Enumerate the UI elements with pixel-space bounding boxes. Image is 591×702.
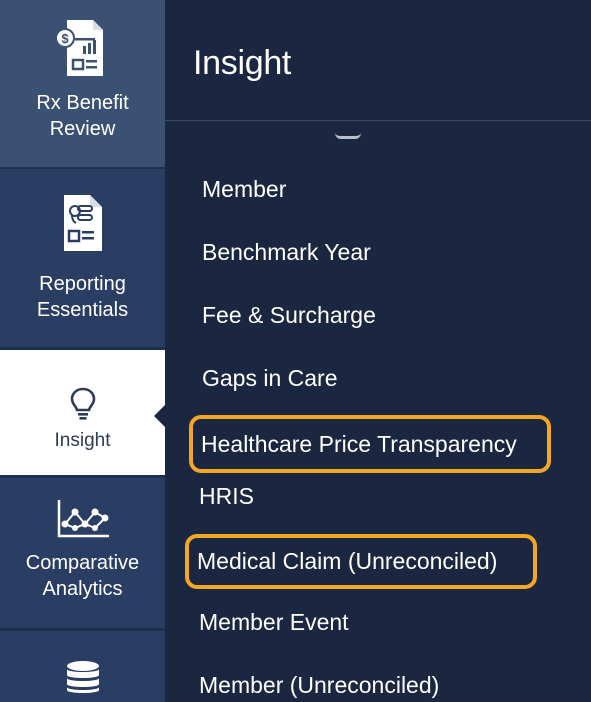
lightbulb-icon <box>70 387 95 420</box>
menu-item-fee-surcharge[interactable]: Fee & Surcharge <box>202 302 376 329</box>
sidebar-item-reporting-essentials[interactable]: Reporting Essentials <box>0 169 165 347</box>
sidebar-item-label: Rx Benefit <box>36 92 129 114</box>
sidebar-item-comparative-analytics[interactable]: Comparative Analytics <box>0 478 165 628</box>
sidebar-item-label: Insight <box>54 430 111 451</box>
svg-text:$: $ <box>61 31 69 46</box>
rx-report-icon: $ <box>54 20 103 76</box>
sidebar-item-label: Analytics <box>42 578 123 600</box>
sidebar-item-database[interactable] <box>0 631 165 702</box>
highlight-box: Healthcare Price Transparency <box>189 415 551 473</box>
clipboard-report-icon <box>63 195 102 251</box>
app-root: $ Rx Benefit Review Reporting Essentials <box>0 0 591 702</box>
rail-divider <box>0 628 165 631</box>
sidebar-item-label: Comparative <box>25 552 140 574</box>
rail-divider <box>0 347 165 350</box>
menu-item-member-unreconciled[interactable]: Member (Unreconciled) <box>199 672 439 699</box>
highlight-box: Medical Claim (Unreconciled) <box>185 534 537 589</box>
menu-item-healthcare-price-transparency[interactable]: Healthcare Price Transparency <box>201 431 517 458</box>
clipped-menu-item-fragment <box>335 129 361 139</box>
sidebar-item-label: Review <box>49 118 116 140</box>
submenu-list[interactable]: Member Benchmark Year Fee & Surcharge Ga… <box>165 121 591 702</box>
sidebar-item-label: Essentials <box>36 299 129 321</box>
active-item-pointer <box>154 405 165 427</box>
menu-item-hris[interactable]: HRIS <box>199 483 254 510</box>
network-chart-icon <box>57 500 109 538</box>
rail-divider <box>0 475 165 478</box>
sidebar-item-insight[interactable]: Insight <box>0 350 165 475</box>
menu-item-member-event[interactable]: Member Event <box>199 609 349 636</box>
menu-item-member[interactable]: Member <box>202 176 286 203</box>
insight-submenu-panel: Insight Member Benchmark Year Fee & Surc… <box>165 0 591 702</box>
left-nav-rail: $ Rx Benefit Review Reporting Essentials <box>0 0 165 702</box>
sidebar-item-rx-benefit-review[interactable]: $ Rx Benefit Review <box>0 0 165 167</box>
database-icon <box>66 661 99 693</box>
menu-item-medical-claim-unreconciled[interactable]: Medical Claim (Unreconciled) <box>197 548 497 575</box>
sidebar-item-label: Reporting <box>39 273 126 295</box>
menu-item-gaps-in-care[interactable]: Gaps in Care <box>202 365 338 392</box>
panel-title: Insight <box>193 44 292 82</box>
menu-item-benchmark-year[interactable]: Benchmark Year <box>202 239 371 266</box>
